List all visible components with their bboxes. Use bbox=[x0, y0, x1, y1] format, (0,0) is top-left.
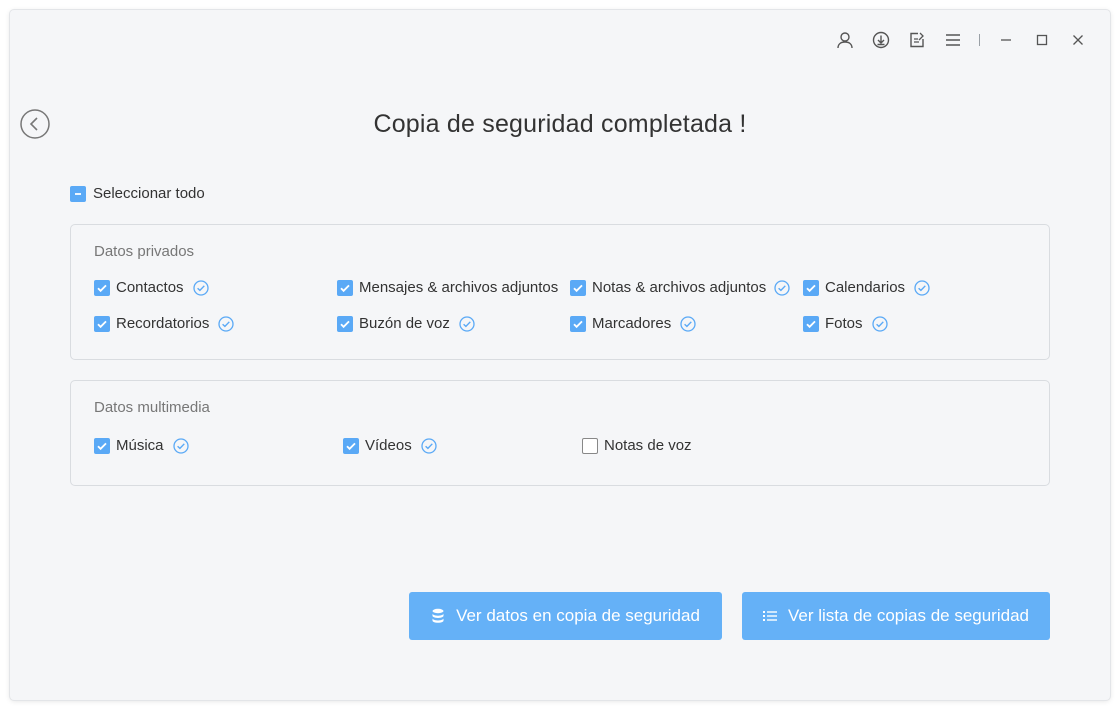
check-circle-icon bbox=[218, 315, 235, 332]
list-icon bbox=[763, 610, 777, 622]
item-label: Notas de voz bbox=[604, 437, 692, 454]
view-backup-data-button[interactable]: Ver datos en copia de seguridad bbox=[409, 592, 722, 640]
item-label: Recordatorios bbox=[116, 315, 210, 332]
item-recordatorios[interactable]: Recordatorios bbox=[94, 315, 235, 332]
checkbox-unchecked-icon bbox=[582, 437, 598, 454]
item-label: Contactos bbox=[116, 279, 184, 296]
item-buzon-de-voz[interactable]: Buzón de voz bbox=[337, 315, 475, 332]
item-contactos[interactable]: Contactos bbox=[94, 279, 209, 296]
item-label: Fotos bbox=[825, 315, 863, 332]
checkbox-checked-icon bbox=[94, 315, 110, 332]
download-icon[interactable] bbox=[863, 22, 899, 58]
menu-icon[interactable] bbox=[935, 22, 971, 58]
item-notas[interactable]: Notas & archivos adjuntos bbox=[570, 279, 790, 296]
check-circle-icon bbox=[914, 279, 930, 296]
media-data-title: Datos multimedia bbox=[94, 399, 210, 416]
check-circle-icon bbox=[871, 315, 888, 332]
checkbox-checked-icon bbox=[94, 437, 110, 454]
checkbox-checked-icon bbox=[337, 279, 353, 296]
checkbox-checked-icon bbox=[803, 279, 819, 296]
view-backup-list-button[interactable]: Ver lista de copias de seguridad bbox=[742, 592, 1050, 640]
select-all-checkbox[interactable]: Seleccionar todo bbox=[70, 185, 205, 202]
check-circle-icon bbox=[680, 315, 696, 332]
checkbox-checked-icon bbox=[343, 437, 359, 454]
check-circle-icon bbox=[774, 279, 790, 296]
item-calendarios[interactable]: Calendarios bbox=[803, 279, 930, 296]
checkbox-checked-icon bbox=[570, 315, 586, 332]
item-label: Notas & archivos adjuntos bbox=[592, 279, 767, 296]
check-circle-icon bbox=[459, 315, 475, 332]
item-label: Buzón de voz bbox=[359, 315, 450, 332]
item-label: Mensajes & archivos adjuntos bbox=[359, 279, 559, 296]
checkbox-checked-icon bbox=[570, 279, 586, 296]
check-circle-icon bbox=[192, 279, 209, 296]
close-icon[interactable] bbox=[1060, 22, 1096, 58]
view-backup-list-label: Ver lista de copias de seguridad bbox=[788, 606, 1029, 625]
view-backup-data-label: Ver datos en copia de seguridad bbox=[456, 606, 700, 625]
user-icon[interactable] bbox=[827, 22, 863, 58]
checkbox-checked-icon bbox=[803, 315, 819, 332]
minimize-icon[interactable] bbox=[988, 22, 1024, 58]
item-notas-de-voz[interactable]: Notas de voz bbox=[582, 437, 692, 454]
item-musica[interactable]: Música bbox=[94, 437, 189, 454]
item-label: Calendarios bbox=[825, 279, 906, 296]
maximize-icon[interactable] bbox=[1024, 22, 1060, 58]
private-data-panel: Datos privados Contactos Mensajes & arch… bbox=[70, 224, 1050, 360]
item-label: Marcadores bbox=[592, 315, 672, 332]
item-label: Música bbox=[116, 437, 164, 454]
item-marcadores[interactable]: Marcadores bbox=[570, 315, 696, 332]
item-mensajes[interactable]: Mensajes & archivos adjuntos bbox=[337, 279, 558, 296]
window-controls bbox=[827, 22, 1096, 58]
check-circle-icon bbox=[421, 437, 437, 454]
media-data-panel: Datos multimedia Música Vídeos Notas de … bbox=[70, 380, 1050, 486]
item-videos[interactable]: Vídeos bbox=[343, 437, 437, 454]
item-fotos[interactable]: Fotos bbox=[803, 315, 888, 332]
select-all-label: Seleccionar todo bbox=[93, 185, 205, 202]
check-circle-icon bbox=[172, 437, 189, 454]
page-title: Copia de seguridad completada ! bbox=[373, 110, 747, 138]
checkbox-checked-icon bbox=[94, 279, 110, 296]
app-window: Copia de seguridad completada ! Seleccio… bbox=[10, 10, 1110, 700]
private-data-title: Datos privados bbox=[94, 243, 195, 260]
item-label: Vídeos bbox=[365, 437, 412, 454]
partial-checkbox-icon bbox=[70, 185, 86, 202]
feedback-icon[interactable] bbox=[899, 22, 935, 58]
database-icon bbox=[431, 608, 445, 624]
checkbox-checked-icon bbox=[337, 315, 353, 332]
titlebar-divider bbox=[979, 34, 980, 46]
